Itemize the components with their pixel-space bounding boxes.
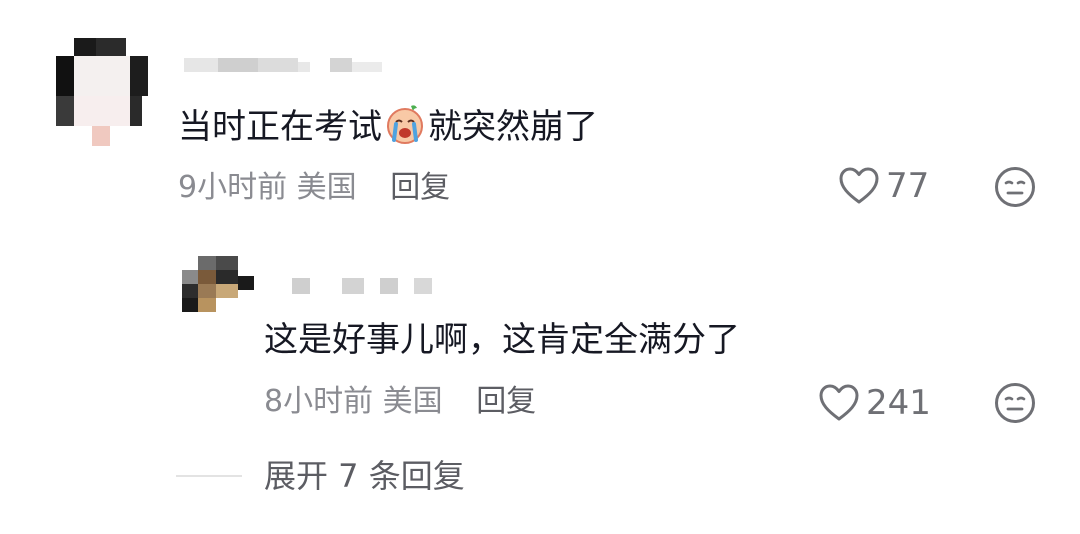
reply-location: 美国 <box>382 384 443 419</box>
expand-replies-button[interactable]: 展开 7 条回复 <box>264 456 465 496</box>
comment-meta: 9小时前 美国 回复 <box>178 170 450 206</box>
like-button[interactable]: 77 <box>838 166 929 206</box>
comment-text: 当时正在考试 就突然崩了 <box>178 102 598 149</box>
neutral-face-icon[interactable] <box>994 382 1036 424</box>
like-count: 77 <box>886 166 930 206</box>
comment-text-part-2: 就突然崩了 <box>428 107 598 147</box>
like-count: 241 <box>866 383 931 423</box>
heart-outline-icon <box>839 167 879 204</box>
username-redacted[interactable] <box>292 276 442 296</box>
reply-meta: 8小时前 美国 回复 <box>264 384 536 420</box>
reply-button[interactable]: 回复 <box>476 384 536 419</box>
comment-location: 美国 <box>296 170 357 205</box>
heart-outline-icon <box>819 384 859 421</box>
reply-button[interactable]: 回复 <box>390 170 450 205</box>
reply-text: 这是好事儿啊，这肯定全满分了 <box>264 320 740 360</box>
neutral-face-icon[interactable] <box>994 166 1036 208</box>
crying-face-emoji-icon <box>383 102 427 146</box>
like-button[interactable]: 241 <box>818 383 931 423</box>
avatar[interactable] <box>182 256 258 312</box>
username-redacted[interactable] <box>184 54 384 76</box>
expand-divider <box>176 475 242 477</box>
comment-time: 9小时前 <box>178 170 288 205</box>
comment-text-part-1: 当时正在考试 <box>178 107 382 147</box>
avatar[interactable] <box>56 38 148 148</box>
reply-time: 8小时前 <box>264 384 374 419</box>
